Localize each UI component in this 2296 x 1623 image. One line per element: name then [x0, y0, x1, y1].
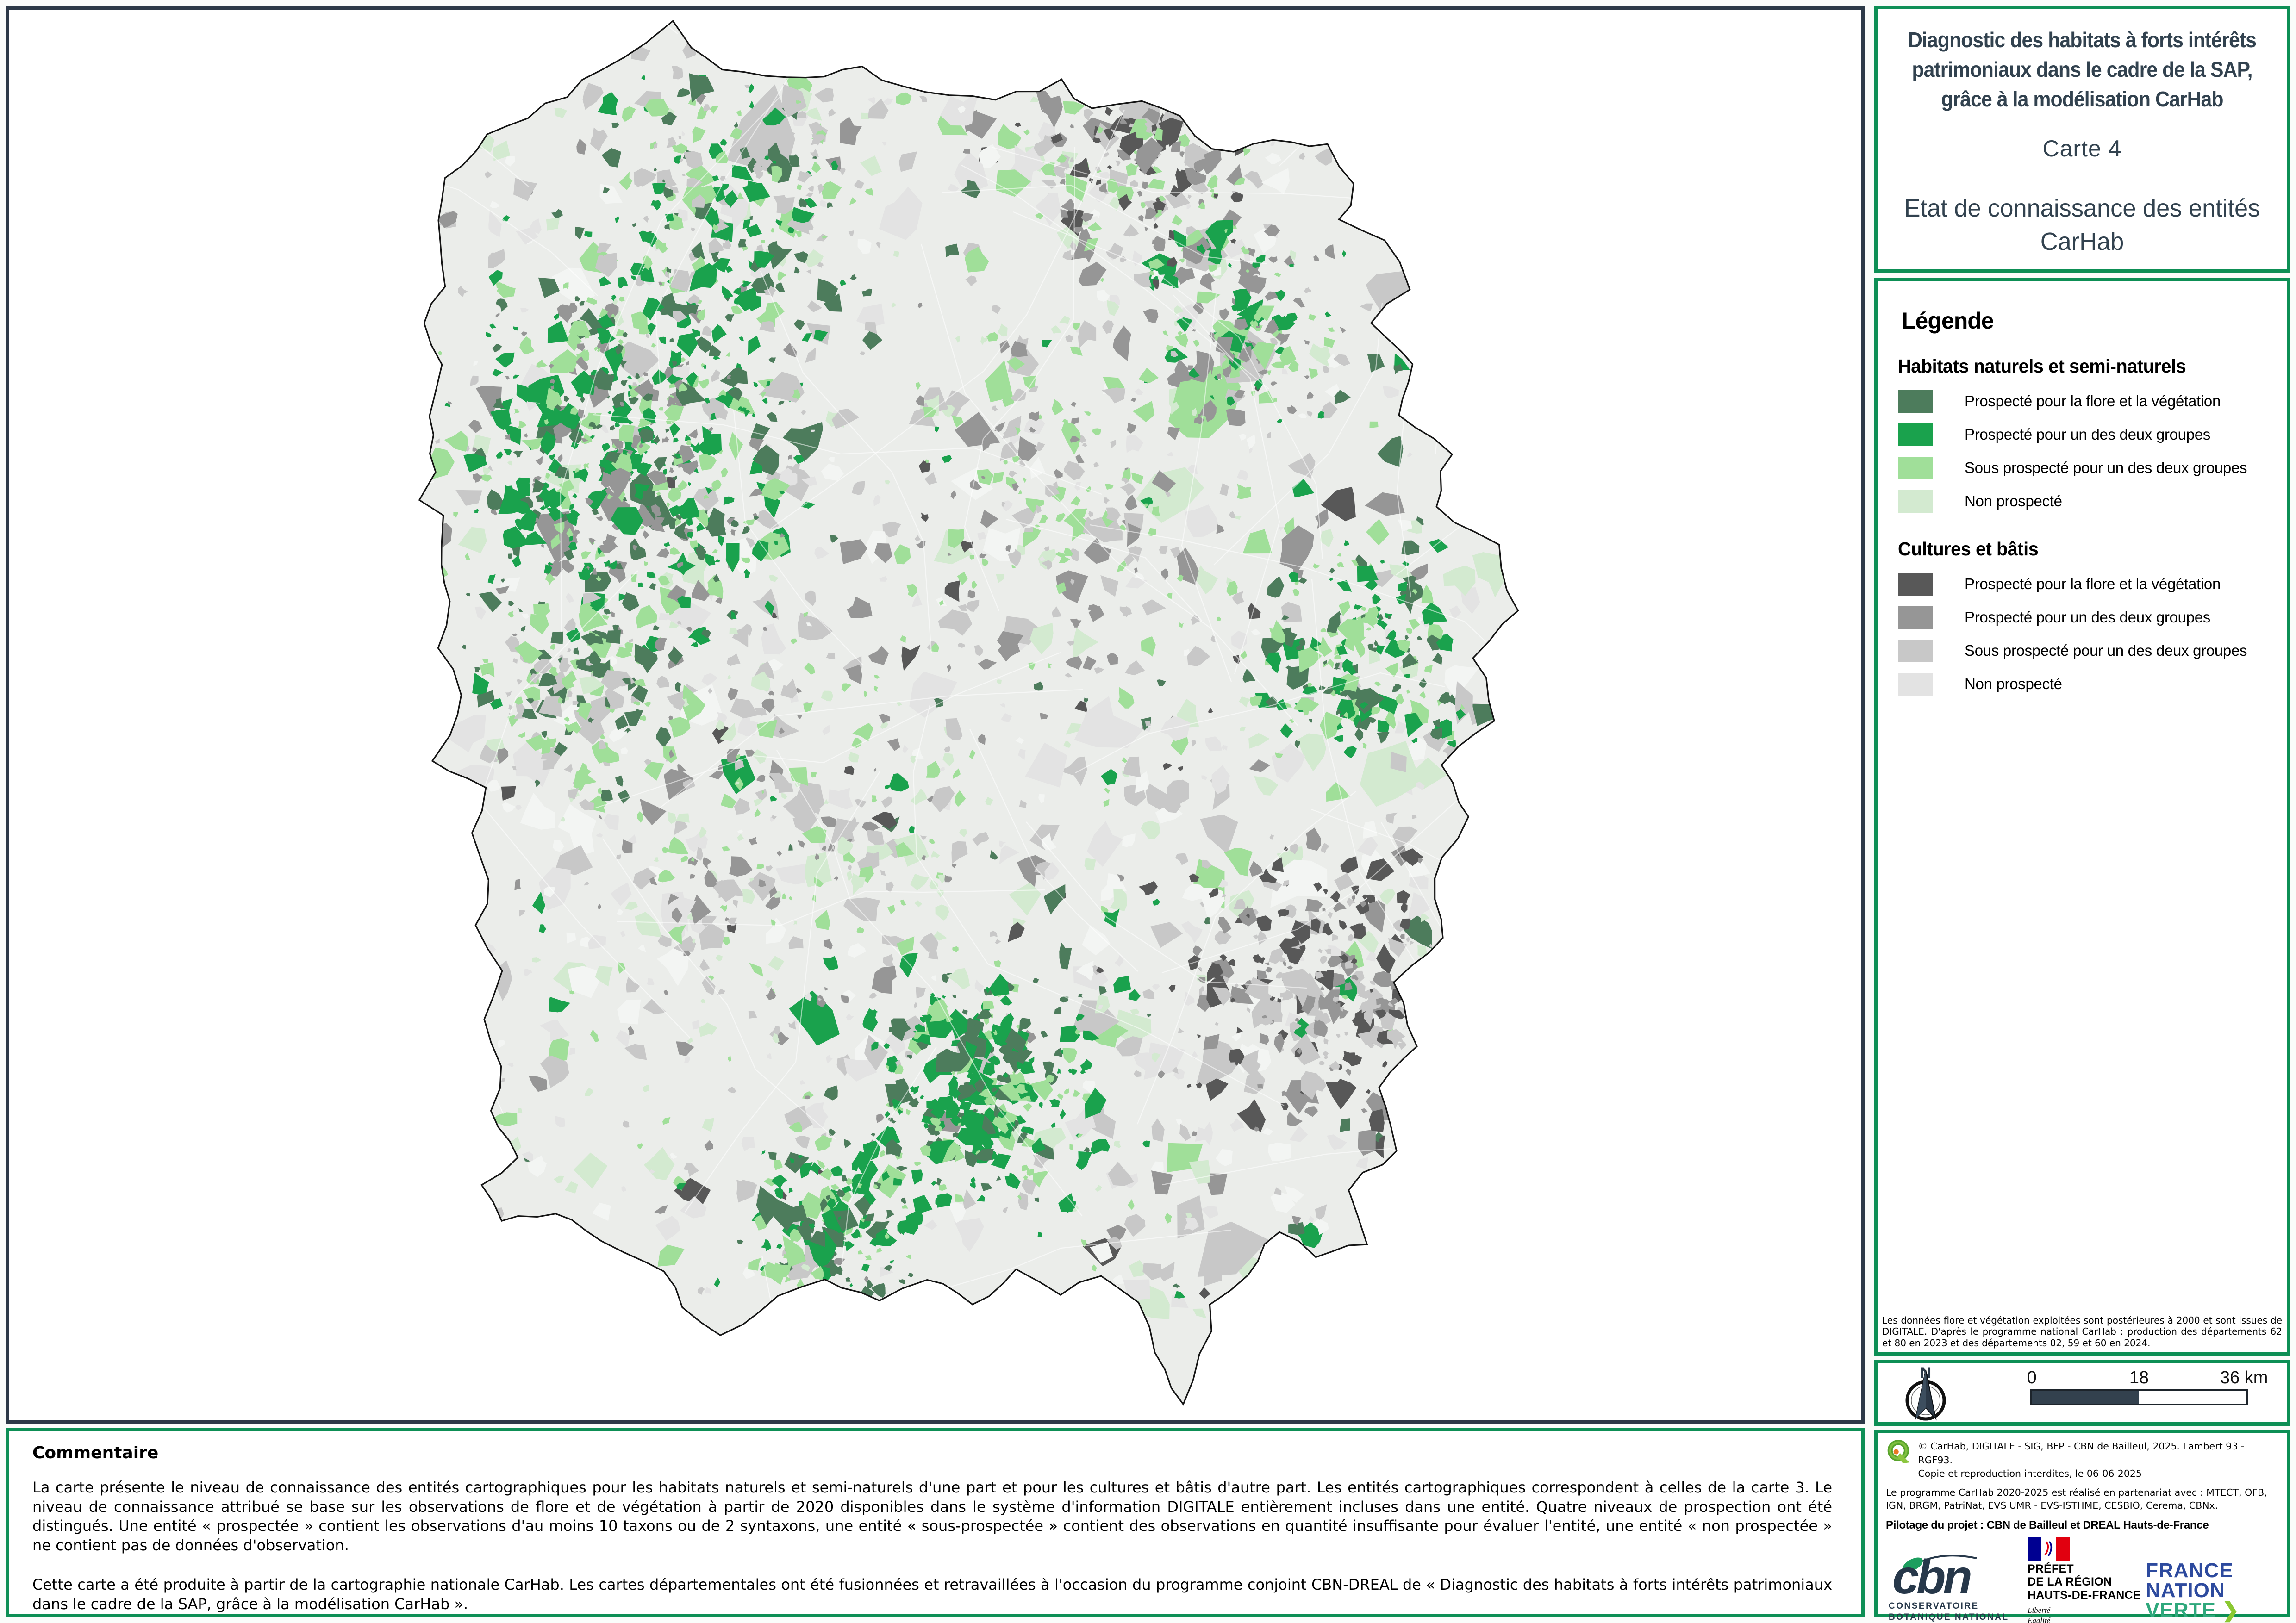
- cbn-wordmark-icon: cbn: [1889, 1553, 2028, 1599]
- data-source-note: Les données flore et végétation exploité…: [1882, 1315, 2282, 1349]
- scale-bar-empty-half: [2139, 1391, 2246, 1404]
- map-subtitle-line-2: CarHab: [1884, 225, 2280, 258]
- prefet-region-logo: PRÉFET DE LA RÉGION HAUTS-DE-FRANCE Libe…: [2028, 1537, 2146, 1623]
- title-line-2: patrimoniaux dans le cadre de la SAP,: [1892, 55, 2272, 84]
- legend-item: Prospecté pour la flore et la végétation: [1878, 567, 2287, 601]
- map-number: Carte 4: [1878, 135, 2287, 162]
- scale-panel: N 0 18 36 km: [1874, 1360, 2290, 1426]
- legend-heading: Légende: [1902, 307, 2287, 334]
- logo-row: cbn CONSERVATOIRE BOTANIQUE NATIONAL BAI…: [1886, 1537, 2278, 1623]
- copyright-text: © CarHab, DIGITALE - SIG, BFP - CBN de B…: [1918, 1439, 2278, 1481]
- legend-swatch: [1898, 457, 1933, 479]
- prefet-motto: Liberté Égalité Fraternité: [2028, 1605, 2146, 1623]
- legend-group-title-habitats: Habitats naturels et semi-naturels: [1898, 355, 2275, 377]
- prefet-line: DE LA RÉGION: [2028, 1575, 2146, 1589]
- legend-swatch: [1898, 390, 1933, 413]
- fnv-line: NATION: [2146, 1580, 2276, 1600]
- title-line-1: Diagnostic des habitats à forts intérêts: [1892, 25, 2272, 55]
- legend-swatch: [1898, 423, 1933, 446]
- title-line-3: grâce à la modélisation CarHab: [1892, 84, 2272, 114]
- france-nation-verte-logo: FRANCE NATION VERTE ❯ Agir · Mobiliser ·…: [2146, 1561, 2276, 1623]
- legend-swatch: [1898, 673, 1933, 696]
- svg-text:cbn: cbn: [1892, 1553, 1971, 1599]
- legend-item: Non prospecté: [1878, 485, 2287, 518]
- legend-label: Prospecté pour un des deux groupes: [1965, 609, 2210, 626]
- map-panel: [6, 6, 1865, 1424]
- legend-group-title-cultures: Cultures et bâtis: [1898, 538, 2275, 560]
- attribution-panel: © CarHab, DIGITALE - SIG, BFP - CBN de B…: [1874, 1430, 2290, 1617]
- scale-tick-18: 18: [2129, 1368, 2149, 1388]
- legend-label: Prospecté pour la flore et la végétation: [1965, 392, 2221, 410]
- scale-tick-36km: 36 km: [2220, 1368, 2268, 1388]
- scale-bar-filled-half: [2032, 1391, 2139, 1404]
- cbn-sub-line: CONSERVATOIRE: [1889, 1601, 2028, 1612]
- cbn-bailleul-logo: cbn CONSERVATOIRE BOTANIQUE NATIONAL BAI…: [1889, 1553, 2028, 1623]
- map-subtitle-line-1: Etat de connaissance des entités: [1884, 192, 2280, 225]
- fnv-line: FRANCE: [2146, 1561, 2276, 1580]
- scale-tick-0: 0: [2027, 1368, 2037, 1388]
- legend-label: Non prospecté: [1965, 492, 2062, 510]
- legend-gap: [1878, 518, 2287, 538]
- pilotage-text: Pilotage du projet : CBN de Bailleul et …: [1886, 1519, 2278, 1532]
- partners-text: Le programme CarHab 2020-2025 est réalis…: [1886, 1486, 2278, 1512]
- legend-panel: Légende Habitats naturels et semi-nature…: [1874, 278, 2290, 1356]
- legend-label: Prospecté pour un des deux groupes: [1965, 426, 2210, 443]
- region-map: [9, 10, 1861, 1420]
- map-subtitle: Etat de connaissance des entités CarHab: [1884, 192, 2280, 258]
- qgis-logo-icon: [1886, 1439, 1911, 1465]
- legend-label: Sous prospecté pour un des deux groupes: [1965, 459, 2247, 477]
- legend-item: Prospecté pour la flore et la végétation: [1878, 385, 2287, 418]
- copyright-line-2: Copie et reproduction interdites, le 06-…: [1918, 1467, 2278, 1481]
- legend-item: Prospecté pour un des deux groupes: [1878, 418, 2287, 451]
- fnv-line-verte: VERTE ❯: [2146, 1600, 2276, 1620]
- map-layout-page: Commentaire La carte présente le niveau …: [0, 0, 2296, 1623]
- comment-paragraph-2: Cette carte a été produite à partir de l…: [32, 1575, 1832, 1614]
- scale-bar-track: [2030, 1389, 2248, 1405]
- legend-label: Sous prospecté pour un des deux groupes: [1965, 642, 2247, 659]
- comment-panel: Commentaire La carte présente le niveau …: [6, 1428, 1865, 1617]
- legend-label: Non prospecté: [1965, 675, 2062, 693]
- legend-swatch: [1898, 573, 1933, 596]
- prefet-line: PRÉFET: [2028, 1562, 2146, 1576]
- french-flag-icon: [2028, 1537, 2070, 1561]
- title-panel: Diagnostic des habitats à forts intérêts…: [1874, 6, 2290, 273]
- legend-swatch: [1898, 606, 1933, 629]
- comment-paragraph-1: La carte présente le niveau de connaissa…: [32, 1478, 1832, 1555]
- north-arrow-icon: N: [1895, 1364, 1965, 1424]
- legend-item: Sous prospecté pour un des deux groupes: [1878, 634, 2287, 667]
- legend-item: Non prospecté: [1878, 667, 2287, 701]
- prefet-line: HAUTS-DE-FRANCE: [2028, 1589, 2146, 1602]
- fnv-chevron-icon: ❯: [2222, 1599, 2240, 1622]
- legend-label: Prospecté pour la flore et la végétation: [1965, 575, 2221, 593]
- comment-heading: Commentaire: [32, 1443, 1832, 1462]
- legend-swatch: [1898, 640, 1933, 662]
- legend-item: Sous prospecté pour un des deux groupes: [1878, 451, 2287, 485]
- legend-item: Prospecté pour un des deux groupes: [1878, 601, 2287, 634]
- legend-swatch: [1898, 490, 1933, 513]
- scale-labels: 0 18 36 km: [2030, 1368, 2248, 1389]
- cbn-sub-line: BOTANIQUE NATIONAL: [1889, 1612, 2028, 1623]
- copyright-line-1: © CarHab, DIGITALE - SIG, BFP - CBN de B…: [1918, 1440, 2278, 1467]
- scale-bar: 0 18 36 km: [2030, 1368, 2248, 1405]
